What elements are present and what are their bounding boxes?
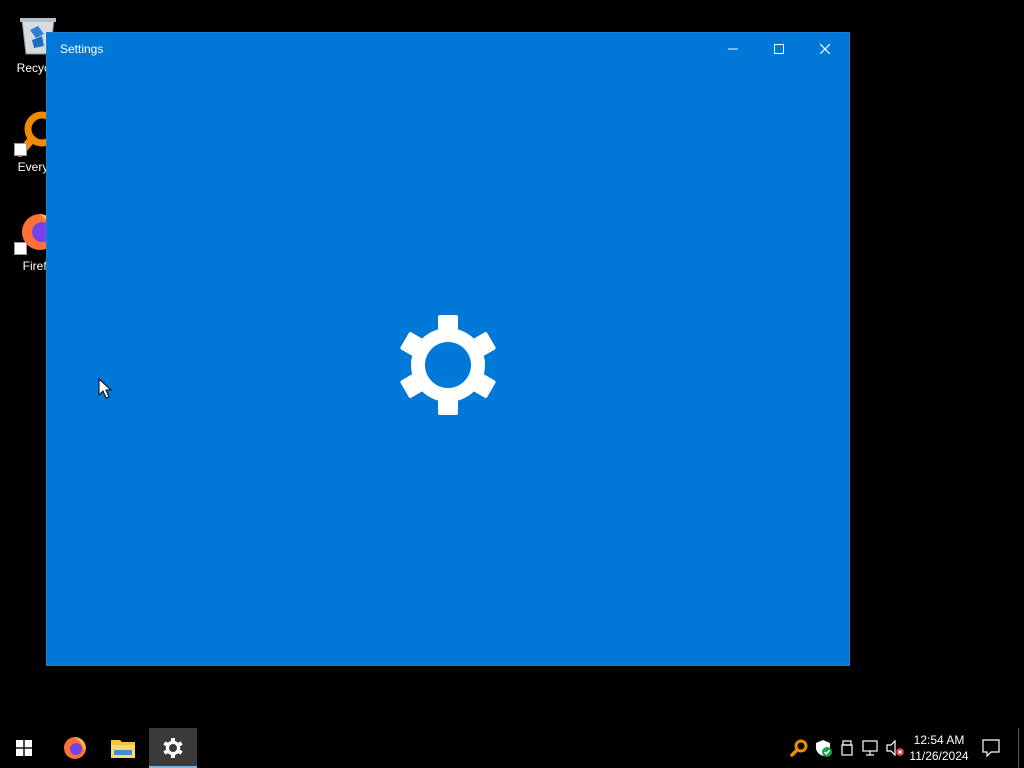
windows-security-icon[interactable] xyxy=(813,738,833,758)
shortcut-arrow-icon xyxy=(14,242,27,255)
clock-date: 11/26/2024 xyxy=(909,749,969,763)
maximize-button[interactable] xyxy=(756,33,802,65)
everything-search-icon[interactable] xyxy=(789,738,809,758)
notification-icon xyxy=(982,739,1000,757)
close-button[interactable] xyxy=(802,33,848,65)
settings-window[interactable]: Settings xyxy=(47,33,849,665)
volume-muted-icon[interactable] xyxy=(885,738,905,758)
close-icon xyxy=(820,44,830,54)
start-button[interactable] xyxy=(0,728,48,768)
clock-time: 12:54 AM xyxy=(913,733,965,747)
network-icon[interactable] xyxy=(861,738,881,758)
minimize-icon xyxy=(728,48,738,50)
mouse-cursor-icon xyxy=(98,378,112,399)
gear-icon xyxy=(400,315,496,415)
action-center-button[interactable] xyxy=(978,728,1006,768)
usb-icon[interactable] xyxy=(837,738,857,758)
clock[interactable]: 12:54 AM 11/26/2024 xyxy=(904,732,974,764)
show-desktop-button[interactable] xyxy=(1018,728,1024,768)
window-titlebar[interactable]: Settings xyxy=(47,33,849,65)
maximize-icon xyxy=(774,44,784,54)
taskbar-settings-button[interactable] xyxy=(149,728,197,768)
taskbar-file-explorer-button[interactable] xyxy=(99,728,147,768)
minimize-button[interactable] xyxy=(710,33,756,65)
taskbar-firefox-button[interactable] xyxy=(51,728,99,768)
gear-icon xyxy=(163,738,183,758)
windows-start-icon xyxy=(16,740,32,756)
shortcut-arrow-icon xyxy=(14,143,27,156)
file-explorer-icon xyxy=(111,740,135,758)
taskbar: 12:54 AM 11/26/2024 xyxy=(0,728,1024,768)
window-title: Settings xyxy=(60,42,104,56)
firefox-icon xyxy=(64,737,86,759)
